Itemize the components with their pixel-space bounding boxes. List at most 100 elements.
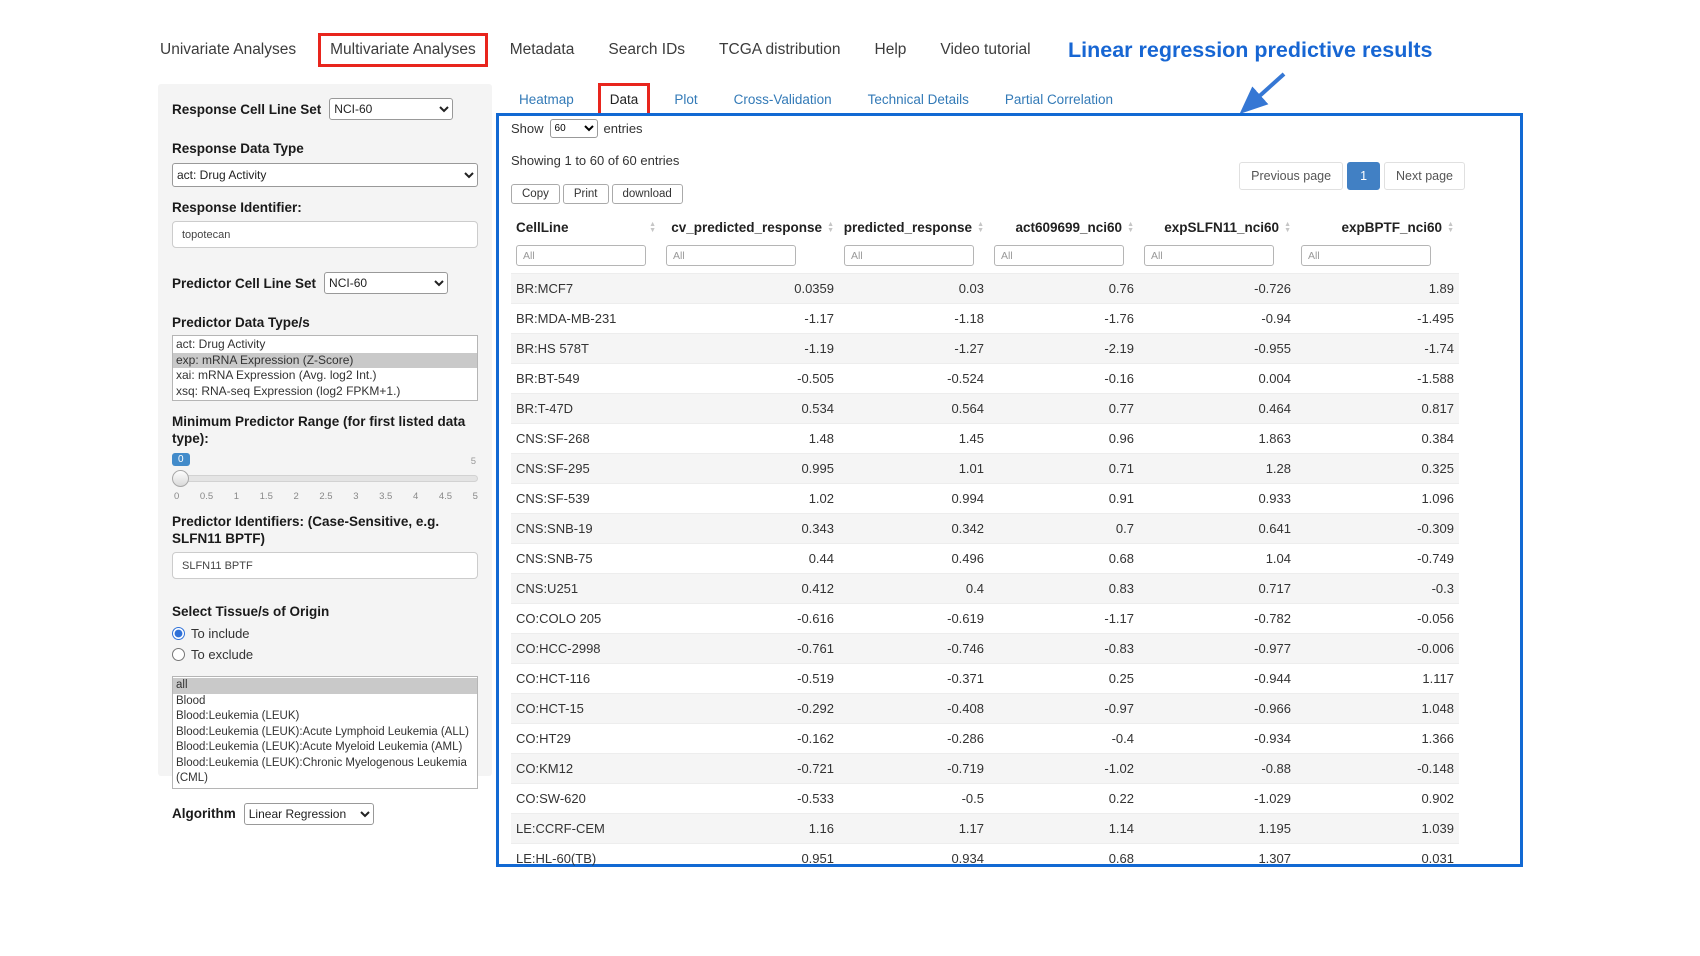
show-entries-control: Show 60 entries — [511, 119, 1508, 138]
cell-value: 1.28 — [1139, 454, 1296, 484]
slider-handle[interactable] — [172, 470, 189, 487]
tissue-radio-input[interactable] — [172, 648, 185, 661]
results-table: CellLine▲▼cv_predicted_response▲▼predict… — [511, 212, 1459, 873]
tab-data[interactable]: Data — [598, 83, 651, 116]
tissue-origin-label: Select Tissue/s of Origin — [172, 603, 478, 620]
print-button[interactable]: Print — [563, 184, 609, 204]
download-button[interactable]: download — [612, 184, 683, 204]
sort-icon: ▲▼ — [649, 222, 656, 234]
table-filter-row — [511, 243, 1459, 274]
filter-input-act609699-nci60[interactable] — [994, 245, 1124, 266]
cell-value: -0.519 — [661, 664, 839, 694]
cell-value: -0.721 — [661, 754, 839, 784]
nav-item-video-tutorial[interactable]: Video tutorial — [928, 33, 1042, 67]
tissue-option-blood[interactable]: Blood — [173, 694, 477, 710]
column-header-expslfn11-nci60[interactable]: expSLFN11_nci60▲▼ — [1139, 212, 1296, 243]
cell-line-name: CO:HT29 — [511, 724, 661, 754]
cell-value: -0.162 — [661, 724, 839, 754]
algorithm-label: Algorithm — [172, 805, 236, 822]
cell-value: -0.5 — [839, 784, 989, 814]
cell-value: -0.761 — [661, 634, 839, 664]
cell-value: 0.004 — [1139, 364, 1296, 394]
show-entries-select[interactable]: 60 — [550, 119, 598, 138]
cell-value: 0.496 — [839, 544, 989, 574]
cell-value: 1.16 — [661, 814, 839, 844]
slider-tick: 2.5 — [319, 491, 332, 502]
slider-track[interactable] — [172, 475, 478, 482]
cell-value: -1.74 — [1296, 334, 1459, 364]
cell-value: -0.505 — [661, 364, 839, 394]
cell-value: 0.412 — [661, 574, 839, 604]
cell-value: 0.342 — [839, 514, 989, 544]
predictor-cell-line-set-select[interactable]: NCI-60 — [324, 272, 448, 294]
slider-value-badge: 0 — [172, 453, 190, 466]
tissue-radio-to-include[interactable]: To include — [172, 626, 478, 641]
predictor-data-type-option-xai-mrna-expression-avg-log2-int[interactable]: xai: mRNA Expression (Avg. log2 Int.) — [173, 368, 477, 384]
filter-input-cellline[interactable] — [516, 245, 646, 266]
tissue-radio-input[interactable] — [172, 627, 185, 640]
tissue-option-blood-leukemia-leuk-acute-lymphoid-leukemia-all[interactable]: Blood:Leukemia (LEUK):Acute Lymphoid Leu… — [173, 725, 477, 741]
filter-input-expbptf-nci60[interactable] — [1301, 245, 1431, 266]
filter-input-predicted-response[interactable] — [844, 245, 974, 266]
cell-value: 0.68 — [989, 544, 1139, 574]
tissue-radio-label: To include — [191, 626, 250, 641]
top-navigation: Univariate Analyses Multivariate Analyses… — [148, 33, 1053, 67]
cell-value: -0.83 — [989, 634, 1139, 664]
tab-heatmap[interactable]: Heatmap — [507, 83, 586, 116]
cell-line-name: CO:HCT-15 — [511, 694, 661, 724]
cell-value: 0.4 — [839, 574, 989, 604]
cell-value: 1.89 — [1296, 274, 1459, 304]
tissue-radio-to-exclude[interactable]: To exclude — [172, 647, 478, 662]
tab-cross-validation[interactable]: Cross-Validation — [722, 83, 844, 116]
cell-value: -1.029 — [1139, 784, 1296, 814]
nav-item-multivariate-analyses[interactable]: Multivariate Analyses — [318, 33, 488, 67]
slider-tick: 4.5 — [439, 491, 452, 502]
tab-plot[interactable]: Plot — [662, 83, 709, 116]
cell-value: 0.902 — [1296, 784, 1459, 814]
algorithm-select[interactable]: Linear Regression — [244, 803, 374, 825]
table-row: CO:COLO 205-0.616-0.619-1.17-0.782-0.056 — [511, 604, 1459, 634]
nav-item-search-ids[interactable]: Search IDs — [596, 33, 697, 67]
column-header-predicted-response[interactable]: predicted_response▲▼ — [839, 212, 989, 243]
response-cell-line-set-label: Response Cell Line Set — [172, 101, 321, 118]
previous-page-button[interactable]: Previous page — [1239, 162, 1343, 190]
predictor-data-type-option-act-drug-activity[interactable]: act: Drug Activity — [173, 337, 477, 353]
column-label: cv_predicted_response — [671, 220, 822, 235]
nav-item-help[interactable]: Help — [863, 33, 919, 67]
tissue-option-all[interactable]: all — [173, 678, 477, 694]
response-cell-line-set-select[interactable]: NCI-60 — [329, 98, 453, 120]
response-data-type-select[interactable]: act: Drug Activity — [172, 163, 478, 187]
column-header-act609699-nci60[interactable]: act609699_nci60▲▼ — [989, 212, 1139, 243]
cell-value: -0.148 — [1296, 754, 1459, 784]
column-header-cellline[interactable]: CellLine▲▼ — [511, 212, 661, 243]
predictor-data-type-option-exp-mrna-expression-z-score[interactable]: exp: mRNA Expression (Z-Score) — [173, 353, 477, 369]
next-page-button[interactable]: Next page — [1384, 162, 1465, 190]
min-predictor-range-slider[interactable]: 0 5 00.511.522.533.544.55 — [172, 453, 478, 505]
cell-line-name: CNS:SF-295 — [511, 454, 661, 484]
predictor-data-type-option-xsq-rna-seq-expression-log2-fpkm-1[interactable]: xsq: RNA-seq Expression (log2 FPKM+1.) — [173, 384, 477, 400]
tab-technical-details[interactable]: Technical Details — [856, 83, 981, 116]
cell-line-name: CNS:SF-268 — [511, 424, 661, 454]
tissue-option-blood-leukemia-leuk-acute-myeloid-leukemia-aml[interactable]: Blood:Leukemia (LEUK):Acute Myeloid Leuk… — [173, 740, 477, 756]
tissue-option-blood-leukemia-leuk-chronic-myelogenous-leukemia-cml[interactable]: Blood:Leukemia (LEUK):Chronic Myelogenou… — [173, 756, 477, 787]
cell-value: -0.309 — [1296, 514, 1459, 544]
table-row: CO:SW-620-0.533-0.50.22-1.0290.902 — [511, 784, 1459, 814]
nav-item-metadata[interactable]: Metadata — [498, 33, 587, 67]
slider-tick: 3 — [353, 491, 358, 502]
response-identifier-input[interactable] — [172, 221, 478, 248]
copy-button[interactable]: Copy — [511, 184, 560, 204]
filter-input-cv-predicted-response[interactable] — [666, 245, 796, 266]
sort-icon: ▲▼ — [977, 222, 984, 234]
cell-value: -1.495 — [1296, 304, 1459, 334]
column-header-expbptf-nci60[interactable]: expBPTF_nci60▲▼ — [1296, 212, 1459, 243]
nav-item-tcga-distribution[interactable]: TCGA distribution — [707, 33, 852, 67]
nav-item-univariate-analyses[interactable]: Univariate Analyses — [148, 33, 308, 67]
current-page-button[interactable]: 1 — [1347, 162, 1380, 190]
table-row: BR:BT-549-0.505-0.524-0.160.004-1.588 — [511, 364, 1459, 394]
filter-input-expslfn11-nci60[interactable] — [1144, 245, 1274, 266]
column-header-cv-predicted-response[interactable]: cv_predicted_response▲▼ — [661, 212, 839, 243]
response-data-type-label: Response Data Type — [172, 140, 478, 157]
tab-partial-correlation[interactable]: Partial Correlation — [993, 83, 1125, 116]
tissue-option-blood-leukemia-leuk[interactable]: Blood:Leukemia (LEUK) — [173, 709, 477, 725]
predictor-identifiers-input[interactable] — [172, 552, 478, 579]
